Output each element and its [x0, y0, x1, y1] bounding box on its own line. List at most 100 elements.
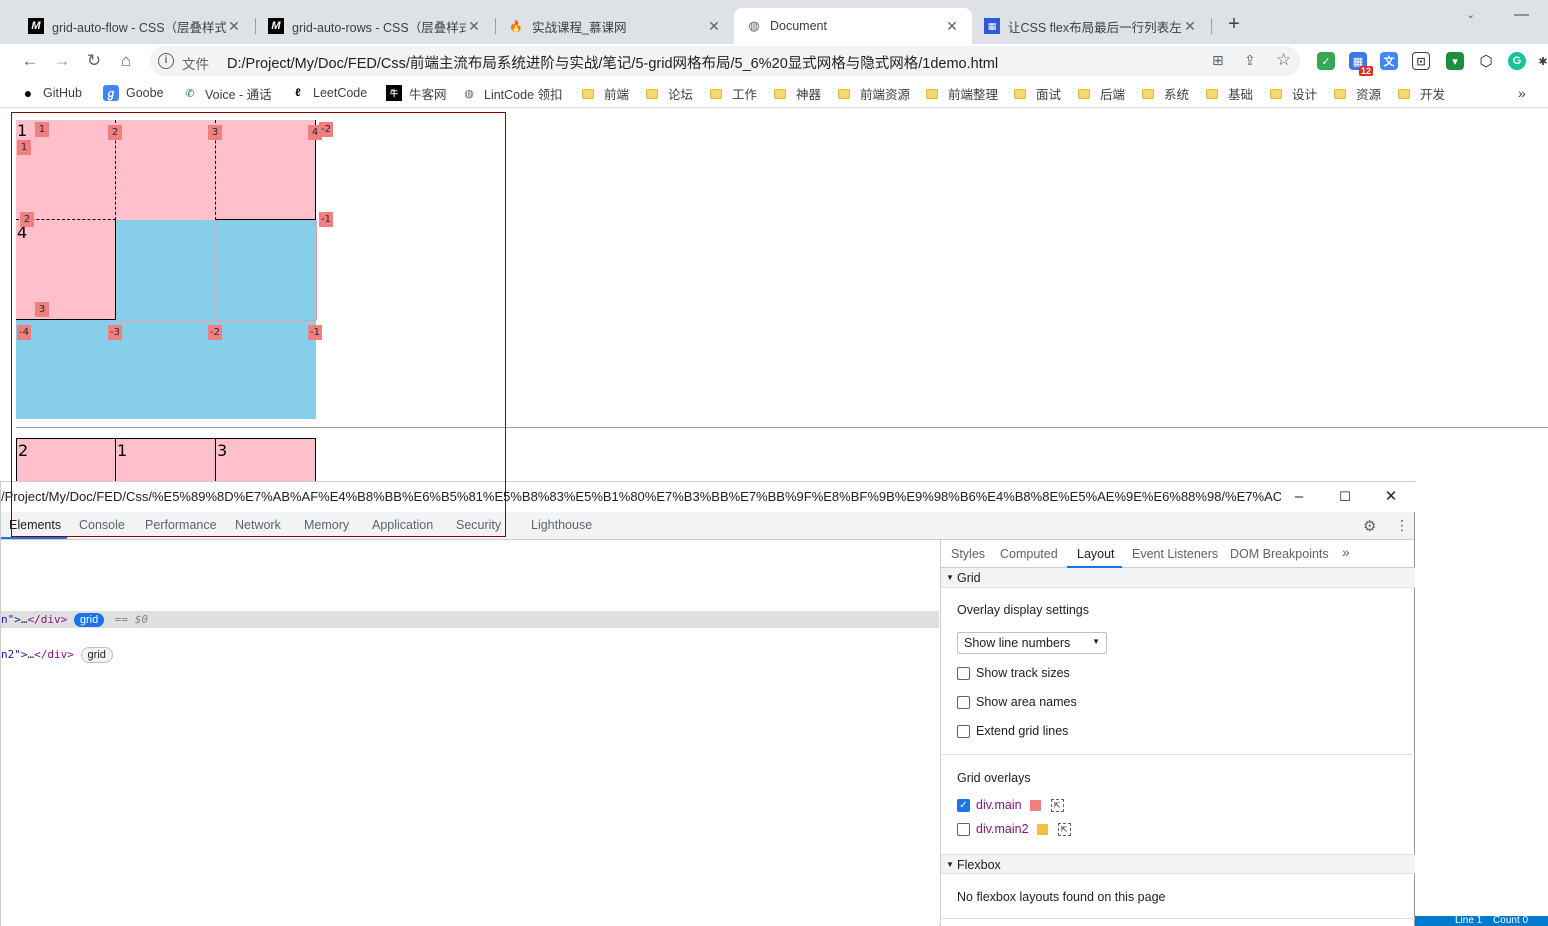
translate-extension-icon[interactable]: 文: [1380, 52, 1398, 70]
bookmark-folder-tools[interactable]: 神器: [774, 84, 821, 102]
settings-gear-icon[interactable]: ⚙: [1363, 517, 1376, 535]
tab-search-icon[interactable]: ⌄: [1466, 8, 1475, 21]
tab-network[interactable]: Network: [235, 518, 281, 532]
hexagon-extension-icon[interactable]: ⬡: [1477, 52, 1495, 70]
overlay-div-main[interactable]: ✓ div.main ⇱: [957, 798, 1064, 812]
bookmark-nowcoder[interactable]: 牛牛客网: [386, 84, 447, 102]
bookmark-voice[interactable]: ✆ Voice - 通话: [182, 84, 271, 102]
tab-security[interactable]: Security: [456, 518, 501, 532]
checkbox-checked[interactable]: ✓: [957, 798, 970, 812]
bookmark-folder-system[interactable]: 系统: [1142, 84, 1189, 102]
grid-section-header[interactable]: ▼ Grid: [941, 568, 1415, 588]
tab-memory[interactable]: Memory: [304, 518, 349, 532]
checkbox[interactable]: [957, 666, 970, 680]
tab-event-listeners[interactable]: Event Listeners: [1132, 547, 1218, 561]
chevron-down-icon: ▼: [1092, 637, 1100, 646]
bookmark-github[interactable]: ● GitHub: [20, 84, 82, 102]
close-icon[interactable]: ✕: [706, 18, 722, 35]
nowcoder-icon: 牛: [386, 85, 402, 101]
grid-item-4: [16, 220, 116, 320]
bookmark-folder-frontend[interactable]: 前端: [582, 84, 629, 102]
status-count[interactable]: Count 0: [1493, 916, 1528, 926]
tab-grid-auto-rows[interactable]: M grid-auto-rows - CSS（层叠样式 ✕: [256, 8, 494, 44]
tab-elements[interactable]: Elements: [9, 518, 61, 532]
bookmarks-overflow-button[interactable]: »: [1518, 84, 1526, 102]
home-icon[interactable]: ⌂: [114, 49, 138, 73]
color-swatch[interactable]: [1036, 823, 1048, 835]
bookmark-folder-fe-notes[interactable]: 前端整理: [926, 84, 998, 102]
highlight-element-icon[interactable]: ⇱: [1057, 822, 1071, 836]
checkbox[interactable]: [957, 822, 970, 836]
bookmark-leetcode[interactable]: ℓ LeetCode: [290, 84, 367, 102]
bookmark-star-icon[interactable]: ☆: [1276, 50, 1291, 70]
bookmark-lintcode[interactable]: ◍ LintCode 领扣: [461, 84, 562, 102]
more-options-icon[interactable]: ⋮: [1395, 517, 1409, 534]
tab-styles[interactable]: Styles: [951, 547, 985, 561]
bookmark-folder-backend[interactable]: 后端: [1078, 84, 1125, 102]
tab-document[interactable]: ◍ Document ✕: [734, 8, 972, 44]
bookmark-folder-design[interactable]: 设计: [1270, 84, 1317, 102]
option-area-names[interactable]: Show area names: [957, 695, 1077, 709]
share-icon[interactable]: ⇪: [1244, 52, 1256, 69]
forward-icon[interactable]: →: [50, 49, 74, 73]
vue-extension-icon[interactable]: ▾: [1446, 52, 1464, 70]
grid-badge[interactable]: grid: [80, 647, 113, 663]
dom-node-main2[interactable]: n2">…</div> grid: [1, 646, 939, 663]
address-bar[interactable]: i 文件 D:/Project/My/Doc/FED/Css/前端主流布局系统进…: [150, 46, 1300, 76]
bookmark-folder-work[interactable]: 工作: [710, 84, 757, 102]
info-icon[interactable]: i: [158, 53, 174, 69]
bookmarks-bar: ● GitHub ℊ Goobe ✆ Voice - 通话 ℓ LeetCode 牛牛客…: [0, 78, 1548, 108]
close-icon[interactable]: ✕: [466, 18, 482, 35]
close-icon[interactable]: ✕: [1182, 18, 1198, 35]
tab-imooc[interactable]: 🔥 实战课程_慕课网 ✕: [496, 8, 734, 44]
more-tabs-button[interactable]: »: [1342, 544, 1350, 560]
close-icon[interactable]: ✕: [944, 18, 960, 35]
dom-ellipsis: …: [20, 613, 28, 626]
checkbox[interactable]: [957, 724, 970, 738]
puzzle-icon[interactable]: ✱: [1538, 52, 1548, 70]
overlay-select[interactable]: Show line numbers ▼: [957, 632, 1107, 654]
minimize-window-button[interactable]: —: [1514, 6, 1529, 23]
dom-node-main[interactable]: n">…</div> grid == $0: [1, 611, 939, 628]
tab-flex-last-row[interactable]: ▦ 让CSS flex布局最后一行列表左对 ✕: [972, 8, 1210, 44]
maximize-button[interactable]: ☐: [1336, 488, 1354, 506]
bookmark-folder-fe-resources[interactable]: 前端资源: [838, 84, 910, 102]
bookmark-folder-forum[interactable]: 论坛: [646, 84, 693, 102]
tab-grid-auto-flow[interactable]: M grid-auto-flow - CSS（层叠样式 ✕: [16, 8, 254, 44]
color-swatch[interactable]: [1029, 799, 1041, 811]
screenshot-extension-icon[interactable]: ⊡: [1412, 52, 1430, 70]
close-window-button[interactable]: ✕: [1382, 488, 1400, 506]
option-extend-lines[interactable]: Extend grid lines: [957, 724, 1068, 738]
shield-extension-icon[interactable]: ✓: [1317, 52, 1335, 70]
bookmark-folder-interview[interactable]: 面试: [1014, 84, 1061, 102]
new-tab-button[interactable]: +: [1224, 14, 1244, 34]
bookmark-goobe[interactable]: ℊ Goobe: [103, 84, 164, 102]
tab-performance[interactable]: Performance: [145, 518, 217, 532]
bookmark-folder-basics[interactable]: 基础: [1206, 84, 1253, 102]
status-line[interactable]: Line 1: [1455, 916, 1482, 926]
tab-console[interactable]: Console: [79, 518, 125, 532]
checkbox[interactable]: [957, 695, 970, 709]
minimize-button[interactable]: –: [1290, 488, 1308, 506]
grammarly-icon[interactable]: G: [1508, 52, 1526, 70]
flexbox-section-header[interactable]: ▼ Flexbox: [941, 854, 1415, 874]
close-icon[interactable]: ✕: [226, 18, 242, 35]
url-text[interactable]: D:/Project/My/Doc/FED/Css/前端主流布局系统进阶与实战/…: [227, 52, 998, 73]
extension-12-icon[interactable]: 12 ▦: [1349, 52, 1373, 76]
tab-lighthouse[interactable]: Lighthouse: [531, 518, 592, 532]
highlight-element-icon[interactable]: ⇱: [1050, 798, 1064, 812]
grid2-item: 2: [16, 438, 116, 481]
tab-computed[interactable]: Computed: [1000, 547, 1058, 561]
back-icon[interactable]: ←: [18, 49, 42, 73]
reload-icon[interactable]: ↻: [82, 49, 106, 73]
tab-dom-breakpoints[interactable]: DOM Breakpoints: [1230, 547, 1329, 561]
grid-badge[interactable]: grid: [73, 613, 105, 627]
option-track-sizes[interactable]: Show track sizes: [957, 666, 1070, 680]
bookmark-folder-resources[interactable]: 资源: [1334, 84, 1381, 102]
section-title: Flexbox: [957, 858, 1001, 872]
overlay-div-main2[interactable]: div.main2 ⇱: [957, 822, 1071, 836]
translate-icon[interactable]: ⊞: [1212, 52, 1224, 69]
tab-application[interactable]: Application: [372, 518, 433, 532]
bookmark-folder-dev[interactable]: 开发: [1398, 84, 1445, 102]
tab-layout[interactable]: Layout: [1077, 547, 1115, 561]
